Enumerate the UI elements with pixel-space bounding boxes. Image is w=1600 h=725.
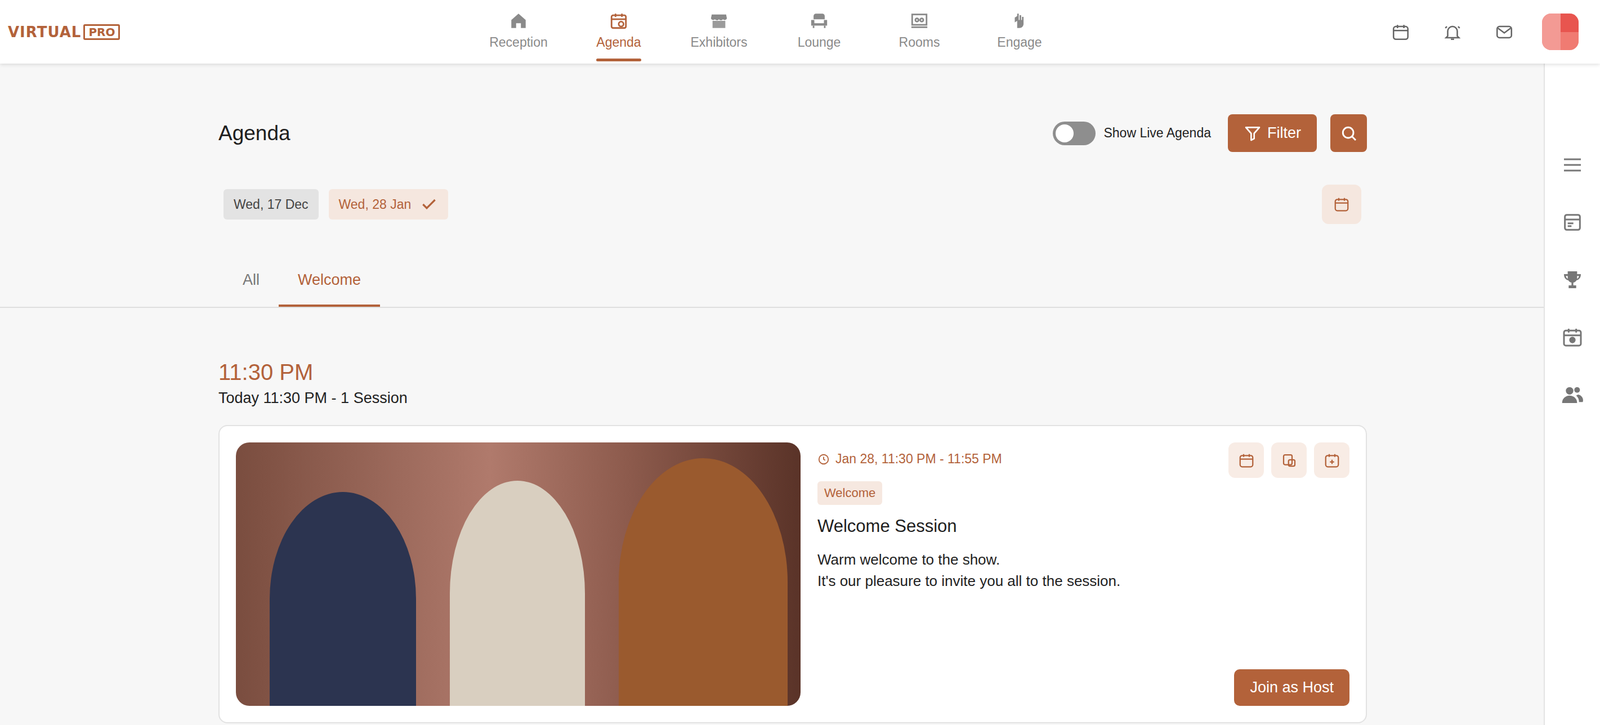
users-icon[interactable]	[1561, 383, 1584, 406]
session-time: Jan 28, 11:30 PM - 11:55 PM	[817, 442, 1003, 467]
logo[interactable]: VIRTUALPRO	[0, 23, 469, 41]
session-description: Warm welcome to the show.It's our pleasu…	[817, 548, 1121, 592]
header-actions	[1391, 13, 1600, 51]
presentation-icon	[909, 11, 929, 31]
bell-icon[interactable]	[1442, 22, 1463, 42]
session-card[interactable]: Jan 28, 11:30 PM - 11:55 PM Welcome Welcom…	[218, 425, 1367, 724]
body: AgendaShow Live AgendaFilterWed, 17 DecW…	[0, 63, 1600, 725]
date-chip[interactable]: Wed, 28 Jan	[328, 189, 449, 220]
search-button[interactable]	[1330, 114, 1367, 153]
dates-row: Wed, 17 Dec Wed, 28 Jan	[218, 184, 1367, 225]
nav-label: Reception	[489, 34, 548, 51]
session-photo	[235, 442, 801, 706]
session-title: Welcome Session	[817, 516, 958, 537]
time-group: 11:30 PM Today 11:30 PM - 1 Session Jan 28…	[218, 307, 1367, 724]
nav-indicator	[696, 58, 742, 62]
logo-badge: PRO	[83, 24, 120, 40]
nav-indicator	[997, 58, 1043, 62]
toggle-knob	[1055, 124, 1074, 143]
nav-label: Agenda	[596, 34, 641, 51]
trophy-icon[interactable]	[1561, 268, 1584, 292]
session-tag: Welcome	[817, 481, 883, 505]
main-nav: Reception Agenda Exhibitors Lounge Rooms Enga…	[468, 0, 1070, 64]
nav-item[interactable]: Exhibitors	[668, 0, 770, 64]
agenda-icon	[609, 11, 629, 31]
mail-icon[interactable]	[1494, 22, 1514, 42]
filter-button[interactable]: Filter	[1227, 114, 1317, 153]
calendar-icon	[1333, 195, 1351, 213]
calendar-plus-icon	[1323, 452, 1341, 469]
agenda-main: AgendaShow Live AgendaFilterWed, 17 DecW…	[0, 63, 1544, 725]
store-icon	[709, 11, 729, 31]
logo-text: VIRTUAL	[7, 23, 82, 41]
tab[interactable]: Welcome	[278, 256, 381, 307]
right-rail	[1543, 63, 1600, 725]
check-icon	[419, 195, 439, 214]
schedule-button[interactable]	[1314, 442, 1350, 478]
search-icon	[1339, 124, 1358, 143]
nav-indicator	[896, 58, 942, 62]
calendar-icon[interactable]	[1391, 22, 1411, 42]
group-summary: Today 11:30 PM - 1 Session	[218, 389, 1367, 408]
group-time: 11:30 PM	[218, 359, 1367, 386]
title-row: Agenda Show Live Agenda Filter	[218, 114, 1367, 153]
copy-button[interactable]	[1271, 442, 1307, 478]
nav-item[interactable]: Rooms	[869, 0, 970, 64]
tab-bar: AllWelcome	[0, 256, 1544, 308]
date-chip[interactable]: Wed, 17 Dec	[223, 189, 319, 220]
calendar-button[interactable]	[1321, 184, 1362, 225]
nav-indicator	[796, 58, 842, 62]
live-toggle[interactable]	[1052, 121, 1096, 146]
join-button[interactable]: Join as Host	[1234, 669, 1350, 706]
nav-indicator	[596, 58, 642, 62]
tab[interactable]: All	[223, 256, 279, 307]
nav-item[interactable]: Lounge	[769, 0, 870, 64]
app: VIRTUALPRO Reception Agenda Exhibitors Loung…	[0, 0, 1600, 725]
calendar-icon	[1238, 452, 1255, 469]
window-icon[interactable]	[1561, 211, 1584, 234]
nav-item[interactable]: Reception	[468, 0, 569, 64]
copy-icon	[1280, 452, 1298, 469]
event-icon[interactable]	[1561, 325, 1584, 349]
clock-icon	[817, 453, 830, 466]
toggle-label: Show Live Agenda	[1103, 125, 1211, 141]
page-title: Agenda	[218, 121, 291, 146]
nav-item[interactable]: Engage	[969, 0, 1070, 64]
nav-label: Exhibitors	[690, 34, 748, 51]
nav-indicator	[495, 58, 542, 62]
top-bar: VIRTUALPRO Reception Agenda Exhibitors Loung…	[0, 0, 1600, 64]
sofa-icon	[809, 11, 829, 31]
nav-label: Engage	[997, 34, 1042, 51]
hand-icon	[1009, 11, 1030, 31]
nav-label: Rooms	[899, 34, 941, 51]
menu-icon[interactable]	[1561, 153, 1584, 177]
avatar[interactable]	[1542, 13, 1579, 51]
nav-item[interactable]: Agenda	[568, 0, 669, 64]
home-icon	[508, 11, 529, 31]
add-calendar-button[interactable]	[1228, 442, 1264, 478]
filter-icon	[1243, 124, 1262, 143]
nav-label: Lounge	[797, 34, 842, 51]
